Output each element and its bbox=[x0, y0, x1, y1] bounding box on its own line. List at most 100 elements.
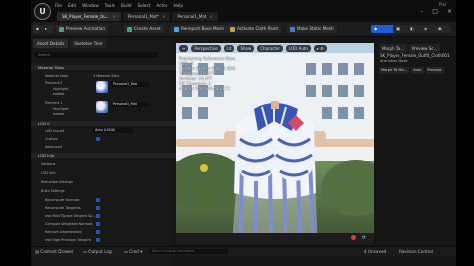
section-lod-info[interactable]: LOD Info bbox=[31, 153, 179, 158]
menu-bar: File Edit Window Tools Build Select Acto… bbox=[55, 3, 183, 8]
mouse-cursor-icon bbox=[200, 164, 208, 172]
recompute-normals-checkbox[interactable] bbox=[96, 198, 100, 202]
material-thumbnail[interactable] bbox=[96, 81, 108, 93]
play-icon bbox=[59, 26, 64, 32]
loop-icon[interactable]: ⟳ bbox=[362, 235, 366, 241]
recompute-normals-label: Recompute Normals bbox=[45, 198, 80, 202]
browse-icon[interactable]: ▸ bbox=[42, 25, 53, 33]
menu-build[interactable]: Build bbox=[121, 3, 132, 8]
doc-tab-material-2[interactable]: Personal1_Mat × bbox=[172, 12, 218, 21]
tab-skeleton-tree[interactable]: Skeleton Tree bbox=[70, 39, 107, 48]
right-panel-tabs: Morph Ta... Preview Sc... bbox=[379, 44, 441, 53]
element0-material-field[interactable]: Personal1_Mat bbox=[111, 82, 149, 87]
build-settings-label[interactable]: Build Settings bbox=[41, 189, 65, 193]
custom-label: Custom bbox=[45, 137, 58, 141]
activate-cloth-paint-button[interactable]: Activate Cloth Paint bbox=[227, 25, 282, 33]
record-icon[interactable] bbox=[351, 235, 356, 240]
cmd-dropdown[interactable]: ▭ Cmd ▾ bbox=[124, 249, 142, 254]
console-command-input[interactable]: Enter Console Command bbox=[149, 249, 228, 254]
compute-weighted-checkbox[interactable] bbox=[96, 222, 100, 226]
menu-help[interactable]: Help bbox=[173, 3, 183, 8]
lod-import-dropdown[interactable]: Auto (LOD0) bbox=[93, 128, 133, 133]
advanced-label: Advanced bbox=[45, 145, 62, 149]
menu-actor[interactable]: Actor bbox=[156, 3, 167, 8]
menu-tools[interactable]: Tools bbox=[105, 3, 115, 8]
close-icon[interactable]: × bbox=[162, 12, 165, 21]
close-icon[interactable]: × bbox=[209, 12, 212, 21]
lod-auto-button[interactable]: LOD Auto bbox=[286, 44, 311, 52]
preview-mesh-name: SK_Player_Female_Outfit_Cloth001 bbox=[380, 53, 450, 58]
preview-mode-label: Animation Mode bbox=[380, 59, 408, 63]
tab-morph-targets[interactable]: Morph Ta... bbox=[379, 44, 407, 53]
make-static-mesh-button[interactable]: Make Static Mesh bbox=[287, 25, 337, 33]
mikkt-label: Use MikkTSpace Tangent Sp... bbox=[45, 214, 96, 218]
highlight-label: Highlight bbox=[53, 107, 69, 111]
morph-to-match-button[interactable]: Morph To Ma... bbox=[379, 67, 410, 74]
menu-edit[interactable]: Edit bbox=[68, 3, 76, 8]
lit-button[interactable]: Lit bbox=[223, 44, 235, 52]
menu-window[interactable]: Window bbox=[82, 3, 99, 8]
unreal-logo-icon: U bbox=[34, 3, 51, 20]
element1-material-field[interactable]: Personal1_Mat bbox=[111, 102, 149, 107]
doc-tab-material-1[interactable]: Personal1_Mat* × bbox=[122, 12, 171, 21]
sections-label[interactable]: Sections bbox=[41, 162, 55, 166]
section-lod0[interactable]: LOD 0 bbox=[31, 121, 179, 126]
menu-select[interactable]: Select bbox=[137, 3, 150, 8]
close-window-icon[interactable]: × bbox=[447, 8, 452, 15]
morph-buttons: Morph To Ma... Auto Preview bbox=[379, 67, 444, 74]
perspective-button[interactable]: Perspective bbox=[191, 44, 221, 52]
create-icon bbox=[127, 26, 132, 32]
mode-skeleton-button[interactable]: ◆ bbox=[371, 25, 395, 33]
section-material-slots[interactable]: Material Slots bbox=[31, 65, 179, 70]
high-precision-checkbox[interactable] bbox=[96, 238, 100, 242]
minimize-icon[interactable]: – bbox=[420, 8, 423, 15]
recompute-tangents-checkbox[interactable] bbox=[96, 206, 100, 210]
right-panel: Morph Ta... Preview Sc... SK_Player_Fema… bbox=[377, 37, 456, 266]
document-tabs: SK_Player_Female_Ou... × Personal1_Mat* × … bbox=[57, 12, 218, 21]
element0-label: Element 0 bbox=[45, 81, 63, 85]
isolate-label: Isolate bbox=[53, 112, 65, 116]
speed-button[interactable]: ▸ ⚙ bbox=[313, 44, 327, 52]
close-icon[interactable]: × bbox=[113, 12, 116, 21]
content-drawer-button[interactable]: ▤ Content Drawer bbox=[35, 249, 74, 254]
lod-info-label[interactable]: LOD Info bbox=[41, 171, 56, 175]
custom-checkbox[interactable] bbox=[96, 137, 100, 141]
doc-tab-skeletal-mesh[interactable]: SK_Player_Female_Ou... × bbox=[57, 12, 121, 21]
recompute-tangents-label: Recompute Tangents bbox=[45, 206, 81, 210]
reduction-settings-label[interactable]: Reduction Settings bbox=[41, 180, 73, 184]
asset-details-panel: Asset Details Skeleton Tree Search Mater… bbox=[31, 37, 179, 266]
mode-physics-button[interactable]: ◉ bbox=[435, 25, 451, 33]
output-log-button[interactable]: ▭ Output Log bbox=[83, 249, 112, 254]
tab-asset-details[interactable]: Asset Details bbox=[33, 39, 69, 48]
high-precision-label: Use High Precision Tangent bbox=[45, 238, 91, 242]
cloth-icon bbox=[230, 26, 235, 32]
revision-control-button[interactable]: Revision Control bbox=[399, 249, 433, 254]
reimport-icon bbox=[174, 26, 179, 32]
viewport-transport-bar: ⟳ bbox=[176, 233, 374, 244]
left-panel-tabs: Asset Details Skeleton Tree bbox=[33, 39, 107, 48]
mikkt-checkbox[interactable] bbox=[96, 214, 100, 218]
remove-degenerates-checkbox[interactable] bbox=[96, 230, 100, 234]
tab-preview-scene[interactable]: Preview Sc... bbox=[408, 44, 441, 53]
isolate-label: Isolate bbox=[53, 92, 65, 96]
create-asset-button[interactable]: Create Asset bbox=[124, 25, 164, 33]
details-search-input[interactable]: Search bbox=[34, 52, 158, 58]
maximize-icon[interactable]: □ bbox=[432, 8, 438, 15]
menu-file[interactable]: File bbox=[55, 3, 62, 8]
auto-button[interactable]: Auto bbox=[411, 67, 424, 74]
preview-button[interactable]: Preview bbox=[425, 67, 444, 74]
reimport-button[interactable]: Reimport Base Mesh bbox=[171, 25, 228, 33]
mesh-icon bbox=[290, 26, 295, 32]
remove-degenerates-label: Remove Degenerates bbox=[45, 230, 82, 234]
element1-label: Element 1 bbox=[45, 101, 63, 105]
preview-animation-button[interactable]: Preview Animation bbox=[56, 25, 108, 33]
editor-window: U File Edit Window Tools Build Select Ac… bbox=[31, 0, 456, 266]
viewport-menu-button[interactable]: ≡ bbox=[179, 44, 189, 52]
main-toolbar: ▪ ▸ Preview Animation Create Asset Reimp… bbox=[31, 22, 456, 37]
material-thumbnail[interactable] bbox=[96, 101, 108, 113]
highlight-label: Highlight bbox=[53, 87, 69, 91]
character-button[interactable]: Character bbox=[257, 44, 283, 52]
show-button[interactable]: Show bbox=[237, 44, 255, 52]
status-bar: ▤ Content Drawer ▭ Output Log ▭ Cmd ▾ En… bbox=[31, 246, 456, 256]
unsaved-indicator[interactable]: 4 Unsaved bbox=[364, 249, 386, 254]
